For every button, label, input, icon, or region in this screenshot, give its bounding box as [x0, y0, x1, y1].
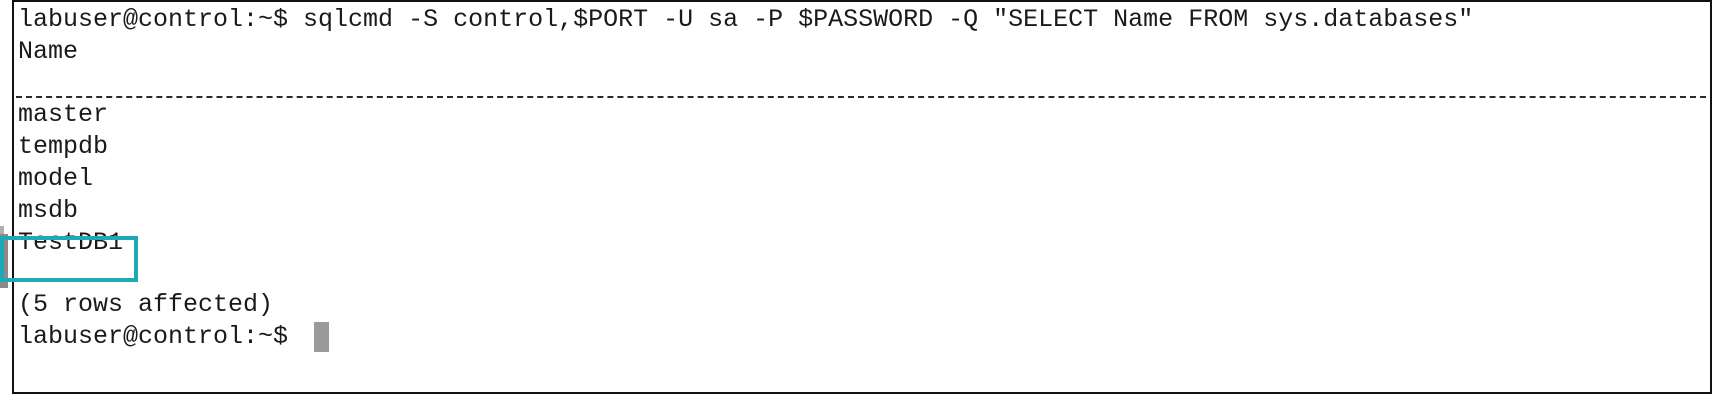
result-row-tempdb: tempdb: [18, 132, 109, 161]
shell-prompt[interactable]: labuser@control:~$: [18, 321, 303, 353]
testdb1-highlight-box: [0, 236, 138, 282]
result-row-master: master: [18, 100, 109, 129]
result-row-model: model: [18, 164, 94, 193]
command-line: labuser@control:~$ sqlcmd -S control,$PO…: [18, 5, 1474, 34]
rows-affected-text: (5 rows affected): [18, 290, 274, 319]
prompt-text: labuser@control:~$: [18, 322, 304, 351]
result-row-msdb: msdb: [18, 196, 79, 225]
column-header: Name: [18, 37, 79, 66]
column-separator: [16, 96, 1706, 98]
terminal-window[interactable]: labuser@control:~$ sqlcmd -S control,$PO…: [12, 0, 1712, 394]
terminal-cursor: [314, 322, 329, 352]
